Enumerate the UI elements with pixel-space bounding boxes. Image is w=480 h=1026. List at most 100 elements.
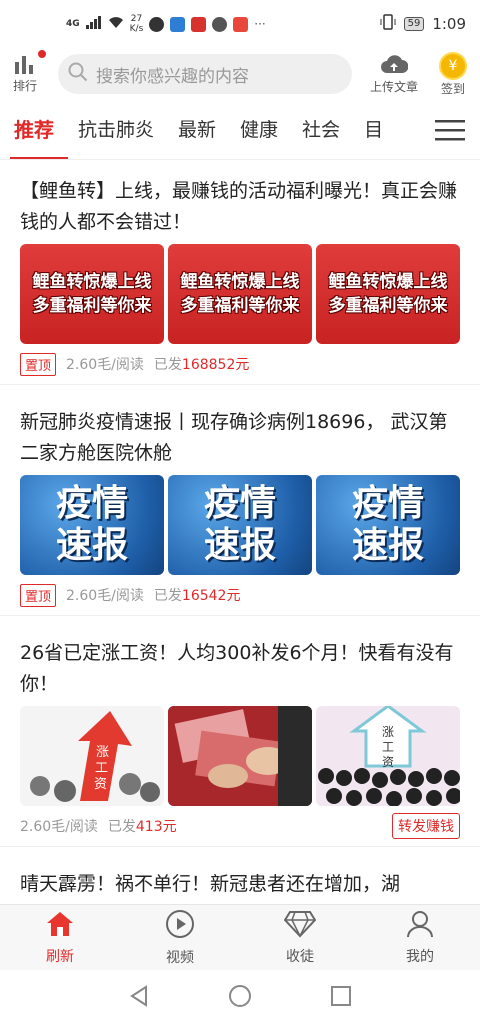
reward-rate: 2.60毛/阅读 <box>20 819 98 835</box>
app-notification-icon <box>170 16 186 32</box>
app-notification-icon <box>233 16 249 32</box>
reward-rate: 2.60毛/阅读 <box>66 588 144 604</box>
thumbnail-text: 鲤鱼转惊爆上线 <box>328 272 448 292</box>
top-header: 排行 搜索你感兴趣的内容 上传文章 ¥ 签到 <box>0 48 480 100</box>
article-meta: 2.60毛/阅读 已发413元 转发赚钱 <box>20 806 460 846</box>
article-card[interactable]: 晴天霹雳！祸不单行！新冠患者还在增加，湖 <box>0 855 480 900</box>
rank-label: 排行 <box>12 79 37 93</box>
pinned-badge: 置顶 <box>20 352 57 376</box>
notification-dot <box>38 50 46 58</box>
thumbnail-text: 速报 <box>203 525 276 566</box>
checkin-label: 签到 <box>440 81 465 96</box>
raise-arrow-illustration: 涨 工 资 <box>30 711 160 802</box>
nav-label: 收徒 <box>286 948 314 965</box>
thumbnail-text: 多重福利等你来 <box>32 296 152 316</box>
thumbnail-text: 鲤鱼转惊爆上线 <box>32 272 152 292</box>
home-circle-icon[interactable] <box>228 984 252 1012</box>
thumbnail-text: 工 <box>95 761 108 776</box>
search-placeholder: 搜索你感兴趣的内容 <box>96 66 249 87</box>
article-thumbnail: 鲤鱼转惊爆上线 多重福利等你来 <box>20 244 164 344</box>
bar-chart-icon <box>14 54 36 77</box>
bottom-navigation: 刷新 视频 收徒 我的 <box>0 904 480 970</box>
recent-apps-icon[interactable] <box>330 985 352 1011</box>
article-card[interactable]: 新冠肺炎疫情速报丨现存确诊病例18696， 武汉第二家方舱医院休舱 疫情 速报 … <box>0 393 480 616</box>
article-thumbnail: 鲤鱼转惊爆上线 多重福利等你来 <box>316 244 460 344</box>
article-title: 晴天霹雳！祸不单行！新冠患者还在增加，湖 <box>20 873 401 895</box>
article-thumbnail: 疫情 速报 <box>168 475 312 575</box>
article-meta: 置顶 2.60毛/阅读 已发168852元 <box>20 344 460 384</box>
nav-apprentice[interactable]: 收徒 <box>240 905 360 970</box>
thumbnail-text: 速报 <box>55 525 128 566</box>
back-icon[interactable] <box>128 985 150 1011</box>
sent-total: 已发413元 <box>108 816 177 836</box>
article-thumbnails: 疫情 速报 疫情 速报 疫情 速报 <box>20 475 460 575</box>
article-meta: 置顶 2.60毛/阅读 已发16542元 <box>20 575 460 615</box>
battery-indicator: 59 <box>403 17 425 31</box>
app-notification-icon <box>149 16 165 32</box>
upload-article-button[interactable]: 上传文章 <box>358 53 430 95</box>
article-thumbnails: 涨 工 资 涨 工 资 <box>20 706 460 806</box>
article-thumbnail <box>168 706 312 806</box>
thumbnail-text: 工 <box>382 740 394 754</box>
nav-refresh[interactable]: 刷新 <box>0 905 120 970</box>
diamond-icon <box>283 910 317 942</box>
thumbnail-text: 鲤鱼转惊爆上线 <box>180 272 300 292</box>
tab-recommend[interactable]: 推荐 <box>10 104 68 159</box>
share-to-earn-button[interactable]: 转发赚钱 <box>392 813 460 839</box>
thumbnail-text: 速报 <box>351 525 424 566</box>
tab-society[interactable]: 社会 <box>302 104 340 159</box>
nav-video[interactable]: 视频 <box>120 905 240 970</box>
sent-label: 已发 <box>153 357 182 373</box>
checkin-button[interactable]: ¥ 签到 <box>434 51 472 97</box>
article-thumbnails: 鲤鱼转惊爆上线 多重福利等你来 鲤鱼转惊爆上线 多重福利等你来 鲤鱼转惊爆上线 … <box>20 244 460 344</box>
thumbnail-text: 疫情 <box>203 483 276 524</box>
thumbnail-text: 涨 <box>382 724 394 739</box>
speed-value: 27 <box>130 14 143 24</box>
nav-label: 刷新 <box>46 948 74 965</box>
sent-label: 已发 <box>107 819 136 835</box>
tab-health[interactable]: 健康 <box>240 104 278 159</box>
banknotes-illustration <box>168 706 312 806</box>
thumbnail-text: 多重福利等你来 <box>328 296 448 316</box>
article-thumbnail: 涨 工 资 <box>316 706 460 806</box>
article-thumbnail: 疫情 速报 <box>316 475 460 575</box>
nav-profile[interactable]: 我的 <box>360 905 480 970</box>
rank-button[interactable]: 排行 <box>0 50 50 94</box>
search-input[interactable]: 搜索你感兴趣的内容 <box>58 54 352 94</box>
sent-amount: 413元 <box>135 819 177 835</box>
reward-rate: 2.60毛/阅读 <box>66 357 144 373</box>
article-title: 【鲤鱼转】上线，最赚钱的活动福利曝光！真正会赚钱的人都不会错过！ <box>20 180 458 233</box>
thumbnail-text: 资 <box>382 755 394 769</box>
category-tabs: 推荐 抗击肺炎 最新 健康 社会 目 <box>0 104 480 160</box>
thumbnail-text: 资 <box>94 777 107 792</box>
thumbnail-text: 疫情 <box>55 483 128 524</box>
tab-fight-pneumonia[interactable]: 抗击肺炎 <box>78 104 154 159</box>
wechat-icon <box>212 16 228 32</box>
vibrate-icon <box>380 14 396 34</box>
tab-overflow[interactable]: 目 <box>364 104 383 159</box>
play-circle-icon <box>165 909 195 943</box>
tab-menu-button[interactable] <box>420 104 480 159</box>
crowd-illustration: 涨 工 资 <box>318 706 460 806</box>
thumbnail-text: 涨 <box>96 745 109 760</box>
user-icon <box>406 910 434 942</box>
thumbnail-text: 疫情 <box>351 483 424 524</box>
article-card[interactable]: 【鲤鱼转】上线，最赚钱的活动福利曝光！真正会赚钱的人都不会错过！ 鲤鱼转惊爆上线… <box>0 162 480 385</box>
article-thumbnail: 涨 工 资 <box>20 706 164 806</box>
network-indicator: 4G <box>66 18 80 29</box>
app-notification-icon <box>191 16 207 32</box>
signal-icon <box>85 15 102 33</box>
nav-label: 视频 <box>166 949 194 966</box>
sent-total: 已发16542元 <box>154 585 241 605</box>
article-title: 新冠肺炎疫情速报丨现存确诊病例18696， 武汉第二家方舱医院休舱 <box>20 411 448 464</box>
article-title: 26省已定涨工资！人均300补发6个月！快看有没有你！ <box>20 642 454 695</box>
article-card[interactable]: 26省已定涨工资！人均300补发6个月！快看有没有你！ 涨 工 资 涨 工 资 … <box>0 624 480 847</box>
search-icon <box>68 62 88 87</box>
nav-label: 我的 <box>406 948 434 965</box>
article-feed: 【鲤鱼转】上线，最赚钱的活动福利曝光！真正会赚钱的人都不会错过！ 鲤鱼转惊爆上线… <box>0 162 480 900</box>
clock: 1:09 <box>432 15 466 33</box>
tab-latest[interactable]: 最新 <box>178 104 216 159</box>
sent-total: 已发168852元 <box>154 354 249 374</box>
speed-unit: K/s <box>129 24 144 34</box>
status-bar: 4G 27 K/s ··· 59 1:09 <box>0 0 480 48</box>
